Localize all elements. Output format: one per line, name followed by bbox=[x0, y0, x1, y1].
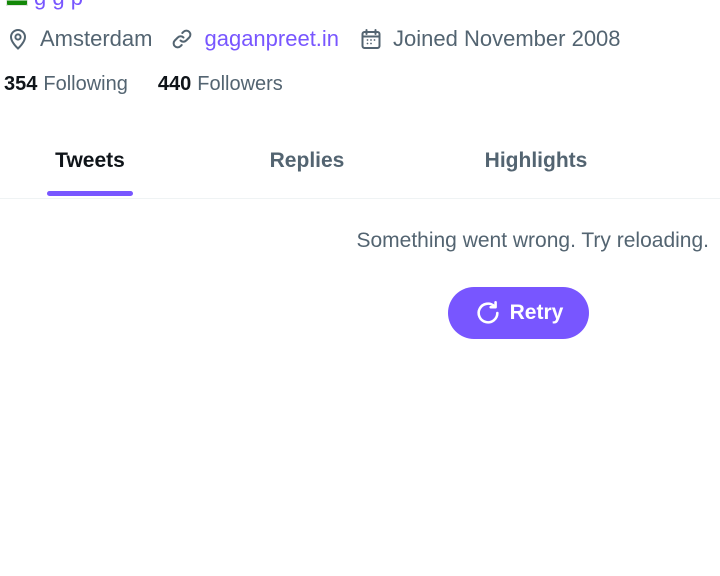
location-text: Amsterdam bbox=[40, 26, 153, 51]
tab-label: Highlights bbox=[484, 149, 588, 172]
tab-replies[interactable]: Replies bbox=[217, 124, 397, 198]
following-count: 354 bbox=[4, 72, 38, 95]
website-link[interactable]: gaganpreet.in bbox=[204, 26, 339, 52]
link-icon bbox=[170, 27, 194, 51]
active-tab-indicator bbox=[47, 191, 133, 196]
profile-tabs: Tweets Replies Highlights bbox=[0, 124, 720, 199]
profile-meta-row: Amsterdam gaganpreet.in Joined November … bbox=[6, 22, 621, 56]
map-pin-icon bbox=[6, 27, 30, 51]
tab-label: Replies bbox=[269, 149, 345, 172]
followers-count: 440 bbox=[157, 72, 192, 95]
joined-text: Joined November 2008 bbox=[393, 26, 621, 51]
retry-label: Retry bbox=[509, 301, 564, 324]
following-link[interactable]: 354 Following bbox=[4, 73, 128, 96]
retry-button[interactable]: Retry bbox=[448, 287, 589, 339]
followers-link[interactable]: 440 Followers bbox=[158, 73, 283, 96]
tab-label: Tweets bbox=[55, 149, 125, 172]
clipped-link-text[interactable]: g g p bbox=[34, 0, 83, 11]
followers-label: Followers bbox=[197, 72, 283, 95]
profile-location: Amsterdam bbox=[6, 26, 152, 52]
flag-emoji-icon bbox=[6, 0, 28, 6]
profile-joined-date: Joined November 2008 bbox=[359, 26, 621, 52]
tab-tweets[interactable]: Tweets bbox=[0, 124, 180, 198]
clipped-name-row: g g p bbox=[6, 0, 83, 11]
error-message: Something went wrong. Try reloading. bbox=[356, 229, 709, 252]
refresh-icon bbox=[474, 299, 510, 327]
following-label: Following bbox=[43, 72, 128, 95]
profile-website[interactable]: gaganpreet.in bbox=[170, 26, 339, 52]
profile-page: g g p Amsterdam gaganpreet.in bbox=[0, 0, 720, 576]
calendar-icon bbox=[359, 27, 383, 51]
follow-stats: 354 Following 440 Followers bbox=[4, 70, 283, 98]
tab-highlights[interactable]: Highlights bbox=[446, 124, 626, 198]
